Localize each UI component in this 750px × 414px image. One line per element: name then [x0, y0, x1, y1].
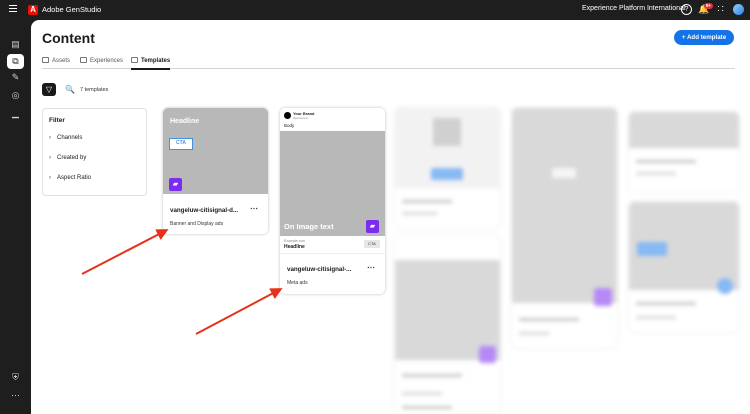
adobe-logo-icon: A [28, 5, 38, 15]
preview-url: Example.com [284, 239, 306, 243]
preview-sponsored: Sponsored [293, 116, 308, 120]
template-type: Banner and Display ads [170, 221, 224, 227]
chevron-right-icon: › [49, 135, 51, 141]
filter-title: Filter [49, 117, 65, 124]
left-rail: ▤ ⧉ ✎ ◎ ▁ ⛨ ⋯ [0, 20, 31, 414]
filter-toggle-button[interactable]: ▽ [42, 83, 56, 96]
tab-experiences-label: Experiences [90, 58, 124, 64]
help-icon[interactable]: ? [681, 4, 692, 15]
brand-avatar [284, 112, 291, 119]
preview-body: Body [284, 123, 295, 128]
tab-templates[interactable]: Templates [131, 57, 171, 70]
shield-icon[interactable]: ⛨ [10, 372, 21, 383]
add-template-button[interactable]: + Add template [674, 30, 734, 45]
more-icon[interactable]: ⋯ [10, 390, 21, 401]
filter-aspect-ratio[interactable]: › Aspect Ratio [49, 175, 91, 181]
chevron-right-icon: › [49, 175, 51, 181]
insights-icon[interactable]: ▁ [10, 108, 21, 119]
preview-cta: CTA [364, 240, 380, 248]
template-card[interactable] [395, 108, 500, 228]
filter-icon: ▽ [45, 85, 53, 94]
template-card[interactable] [629, 112, 739, 192]
preview-headline: Headline [284, 244, 305, 250]
filter-created-by-label: Created by [57, 155, 87, 161]
tab-assets[interactable]: Assets [42, 57, 70, 64]
tab-bar: Assets Experiences Templates [42, 56, 735, 70]
preview-headline: Headline [170, 118, 200, 125]
more-options-icon[interactable]: ⋯ [250, 204, 258, 213]
page-title: Content [42, 30, 95, 46]
overview-icon[interactable]: ▤ [10, 39, 21, 50]
template-type-icon: ▰ [366, 220, 379, 233]
assets-icon [42, 57, 49, 63]
templates-icon [131, 57, 138, 63]
avatar[interactable] [733, 4, 744, 15]
more-options-icon[interactable]: ⋯ [367, 263, 375, 272]
template-type-icon: ▰ [169, 178, 182, 191]
top-bar: A Adobe GenStudio Experience Platform In… [0, 0, 750, 20]
tab-assets-label: Assets [52, 58, 71, 64]
create-icon[interactable]: ✎ [10, 72, 21, 83]
filter-created-by[interactable]: › Created by [49, 155, 86, 161]
tab-templates-label: Templates [141, 58, 171, 64]
notification-badge: 9+ [704, 3, 713, 9]
template-count: 7 templates [80, 87, 109, 93]
experiences-icon [80, 57, 87, 63]
main-content: Content + Add template Assets Experience… [31, 20, 750, 414]
app-name: Adobe GenStudio [42, 5, 102, 14]
filter-aspect-ratio-label: Aspect Ratio [57, 175, 92, 181]
template-preview: Headline CTA ▰ [163, 108, 268, 194]
template-card[interactable] [512, 108, 617, 348]
brands-icon[interactable]: ◎ [10, 90, 21, 101]
add-template-label: Add template [686, 34, 727, 41]
chevron-right-icon: › [49, 155, 51, 161]
template-type: Meta ads [287, 280, 308, 286]
hamburger-menu-icon[interactable] [9, 5, 17, 14]
template-card[interactable] [395, 236, 500, 414]
preview-footer: Example.com Headline CTA [280, 236, 385, 254]
search-icon[interactable]: 🔍 [65, 85, 75, 94]
filter-channels[interactable]: › Channels [49, 135, 82, 141]
org-switcher[interactable]: Experience Platform International [582, 5, 686, 12]
preview-image-text: On Image text [284, 222, 334, 231]
content-icon[interactable]: ⧉ [7, 54, 24, 69]
template-card[interactable] [629, 202, 739, 332]
filter-channels-label: Channels [57, 135, 83, 141]
filter-panel: Filter › Channels › Created by › Aspect Rat… [42, 108, 147, 196]
template-card[interactable]: Your Brand Sponsored Body On Image text … [280, 108, 385, 294]
tab-experiences[interactable]: Experiences [80, 57, 123, 64]
template-card[interactable]: Headline CTA ▰ vangeluw-citisignal-d... … [163, 108, 268, 234]
template-name: vangeluw-citisignal-d... [170, 207, 239, 214]
app-grid-icon[interactable]: ∷ [715, 4, 726, 15]
preview-cta: CTA [169, 138, 193, 150]
template-name: vangeluw-citisignal-... [287, 266, 352, 273]
